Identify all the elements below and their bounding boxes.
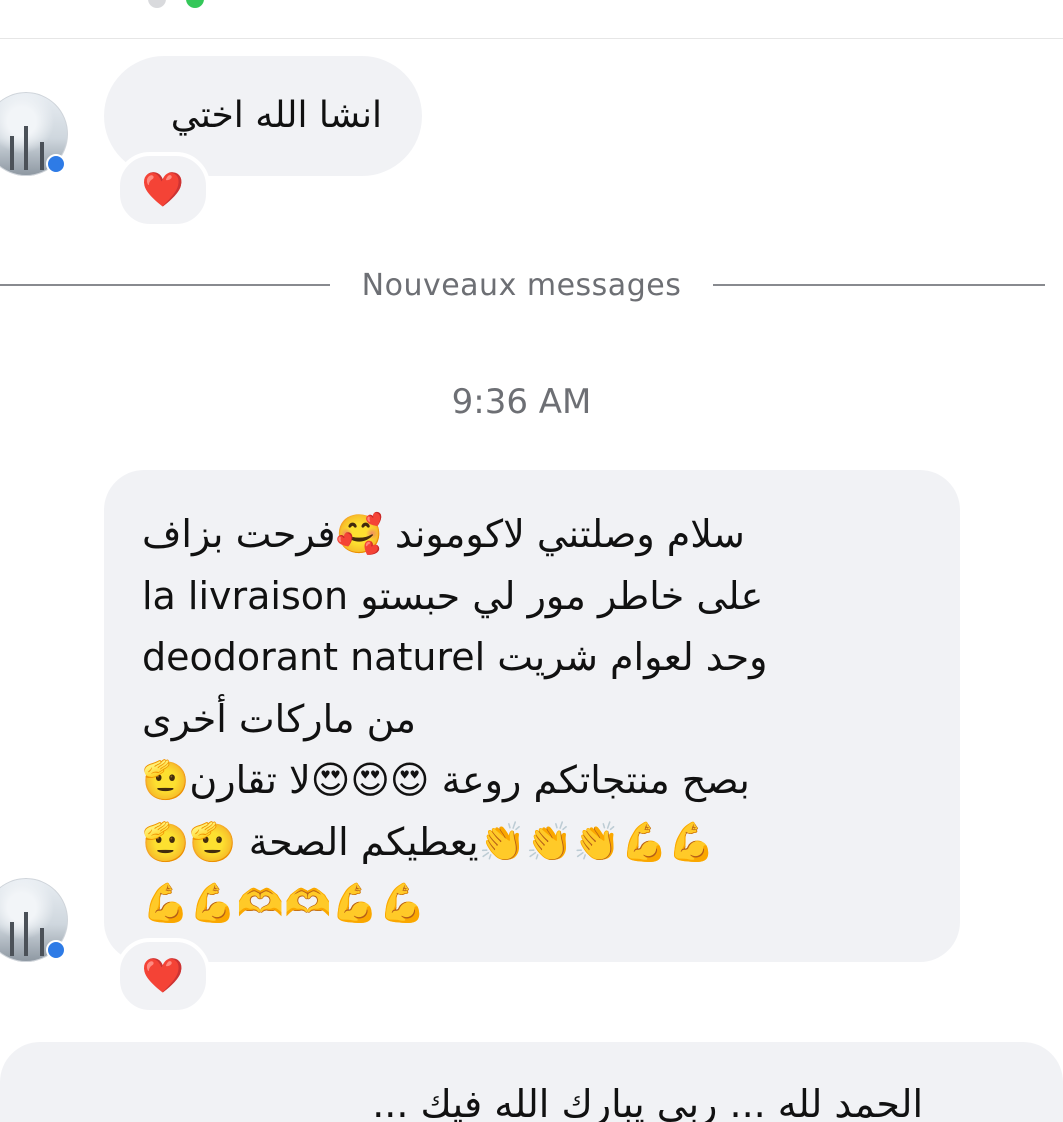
message-text: الحمد لله ... ربي يبارك الله فيك ... xyxy=(372,1082,923,1122)
sender-avatar[interactable] xyxy=(0,878,68,962)
message-reaction[interactable]: ❤️ xyxy=(116,152,210,228)
heart-icon: ❤️ xyxy=(141,956,185,996)
new-messages-divider-right xyxy=(713,284,1045,286)
message-line: 💪💪👏👏👏يعطيكم الصحة 🫡🫡 xyxy=(142,819,716,864)
message-bubble[interactable]: سلام وصلتني لاكوموند 🥰فرحت بزاف على خاطر… xyxy=(104,470,960,962)
new-messages-label: Nouveaux messages xyxy=(361,268,682,303)
message-line: بصح منتجاتكم روعة 😍😍😍لا تقارن🫡 xyxy=(142,758,750,802)
heart-icon: ❤️ xyxy=(141,170,185,210)
verified-badge-icon xyxy=(46,154,66,174)
new-messages-divider-left xyxy=(0,284,330,286)
message-line: وحد لعوام شريت deodorant naturel xyxy=(142,635,768,679)
sender-avatar[interactable] xyxy=(0,92,68,176)
verified-badge-icon xyxy=(46,940,66,960)
previous-message-strip xyxy=(0,0,1063,39)
message-bubble[interactable]: الحمد لله ... ربي يبارك الله فيك ... xyxy=(0,1042,1063,1122)
status-dot-icon xyxy=(148,0,166,8)
message-text: انشا الله اختي xyxy=(170,95,382,136)
message-line: سلام وصلتني لاكوموند 🥰فرحت بزاف xyxy=(142,512,745,556)
message-line: على خاطر مور لي حبستو la livraison xyxy=(142,573,764,618)
message-line: 💪💪🫶🫶💪💪 xyxy=(142,881,426,925)
online-dot-icon xyxy=(186,0,204,8)
message-timestamp: 9:36 AM xyxy=(451,382,592,422)
message-reaction[interactable]: ❤️ xyxy=(116,938,210,1014)
message-text: سلام وصلتني لاكوموند 🥰فرحت بزاف على خاطر… xyxy=(142,504,932,935)
message-line: من ماركات أخرى xyxy=(142,696,416,741)
